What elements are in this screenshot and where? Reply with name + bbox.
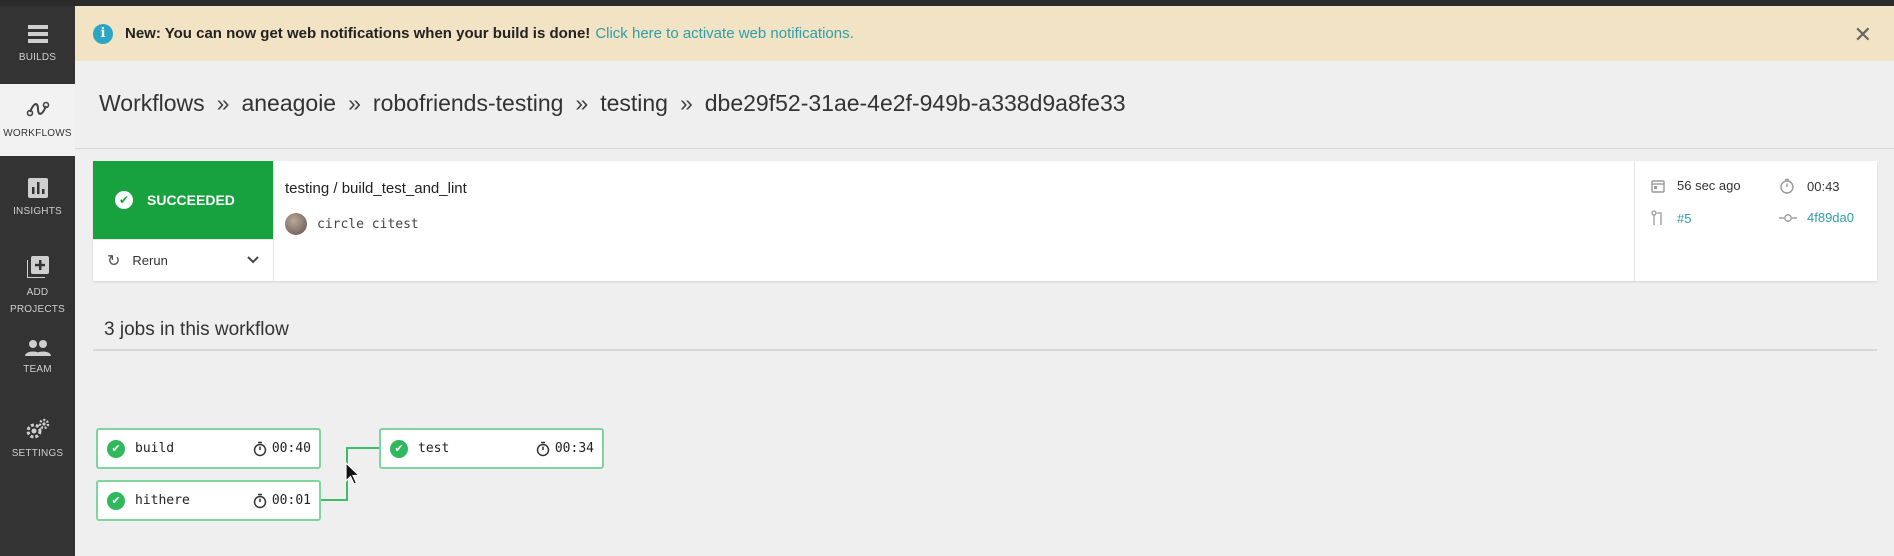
close-icon[interactable]: ✕ [1854, 22, 1872, 48]
stopwatch-icon [253, 493, 267, 508]
job-node-test[interactable]: ✔ test 00:34 [379, 428, 604, 469]
divider [93, 349, 1877, 351]
workflow-job-title: testing / build_test_and_lint [285, 180, 467, 197]
sidebar-item-label: SETTINGS [11, 448, 64, 459]
stopwatch-icon [1780, 178, 1794, 194]
rerun-button[interactable]: ↻ Rerun [93, 239, 273, 281]
check-circle-icon: ✔ [115, 191, 133, 209]
job-node-build[interactable]: ✔ build 00:40 [96, 428, 321, 469]
breadcrumb-workflows[interactable]: Workflows [99, 90, 205, 116]
duration-text: 00:43 [1807, 178, 1840, 194]
banner-message: New: You can now get web notifications w… [125, 25, 591, 42]
job-duration-text: 00:34 [554, 441, 594, 456]
job-duration: 00:01 [253, 493, 311, 509]
activate-notifications-link[interactable]: Click here to activate web notifications… [595, 25, 853, 42]
job-name: test [418, 441, 450, 456]
sidebar-item-add-projects[interactable]: ADD PROJECTS [0, 256, 75, 328]
breadcrumb-separator: » [216, 90, 230, 116]
commit-info: circle citest [285, 213, 419, 235]
breadcrumb-workflow[interactable]: testing [600, 90, 668, 116]
commit-message: circle citest [317, 216, 419, 232]
commit-hash: 4f89da0 [1779, 210, 1854, 225]
mouse-cursor-icon [345, 462, 361, 485]
sidebar-item-builds[interactable]: BUILDS [0, 14, 75, 84]
status-label: SUCCEEDED [147, 192, 235, 208]
workflows-icon [26, 101, 49, 117]
breadcrumb-workflow-id: dbe29f52-31ae-4e2f-949b-a338d9a8fe33 [704, 90, 1126, 116]
commit-hash-link[interactable]: 4f89da0 [1807, 210, 1854, 225]
success-icon: ✔ [107, 491, 125, 510]
breadcrumb-project[interactable]: robofriends-testing [373, 90, 564, 116]
avatar [285, 213, 307, 235]
job-name: build [135, 441, 175, 456]
sidebar: BUILDS WORKFLOWS INSIGHTS ADD PROJECTS T… [0, 6, 75, 556]
sidebar-item-label: ADD PROJECTS [10, 287, 65, 315]
rerun-label: Rerun [132, 253, 168, 268]
people-icon [24, 340, 51, 356]
breadcrumb-org[interactable]: aneagoie [241, 90, 336, 116]
job-node-hithere[interactable]: ✔ hithere 00:01 [96, 480, 321, 521]
refresh-icon: ↻ [107, 252, 121, 270]
sidebar-item-label: WORKFLOWS [3, 128, 72, 139]
bar-chart-icon [27, 178, 48, 198]
stopwatch-icon [253, 441, 267, 456]
list-icon [27, 25, 48, 43]
status-badge: ✔ SUCCEEDED [93, 161, 273, 239]
sidebar-item-label: BUILDS [18, 52, 57, 63]
sidebar-item-insights[interactable]: INSIGHTS [0, 178, 75, 238]
job-duration: 00:40 [253, 441, 311, 457]
job-duration-text: 00:01 [271, 493, 311, 508]
pipeline-number-link[interactable]: #5 [1677, 211, 1691, 226]
divider [1634, 161, 1635, 281]
sidebar-item-settings[interactable]: SETTINGS [0, 418, 75, 478]
job-duration-text: 00:40 [271, 441, 311, 456]
jobs-heading: 3 jobs in this workflow [104, 319, 289, 340]
time-ago-text: 56 sec ago [1677, 178, 1741, 193]
duration: 00:43 [1779, 178, 1840, 194]
sidebar-item-label: TEAM [23, 364, 52, 375]
breadcrumb-separator: » [679, 90, 693, 116]
breadcrumb: Workflows » aneagoie » robofriends-testing » t… [99, 90, 1126, 117]
sidebar-item-label: INSIGHTS [13, 206, 62, 217]
sidebar-item-team[interactable]: TEAM [0, 340, 75, 400]
pull-request-icon [1651, 210, 1662, 225]
calendar-icon [1651, 179, 1665, 193]
add-box-icon [26, 256, 49, 278]
breadcrumb-separator: » [575, 90, 589, 116]
gear-icon [26, 418, 49, 439]
divider [273, 161, 274, 281]
success-icon: ✔ [107, 439, 125, 458]
notification-banner: i New: You can now get web notifications… [75, 6, 1894, 61]
stopwatch-icon [536, 441, 550, 456]
pipeline-number: #5 [1651, 210, 1691, 226]
job-name: hithere [135, 493, 190, 508]
divider [75, 148, 1894, 149]
workflow-summary-card: ✔ SUCCEEDED ↻ Rerun testing / build_test… [93, 161, 1877, 281]
chevron-down-icon[interactable] [245, 252, 261, 268]
success-icon: ✔ [390, 439, 408, 458]
commit-icon [1779, 213, 1797, 222]
info-icon: i [93, 23, 113, 44]
job-duration: 00:34 [536, 441, 594, 457]
time-ago: 56 sec ago [1651, 178, 1741, 193]
sidebar-item-workflows[interactable]: WORKFLOWS [0, 84, 75, 156]
breadcrumb-separator: » [348, 90, 361, 116]
